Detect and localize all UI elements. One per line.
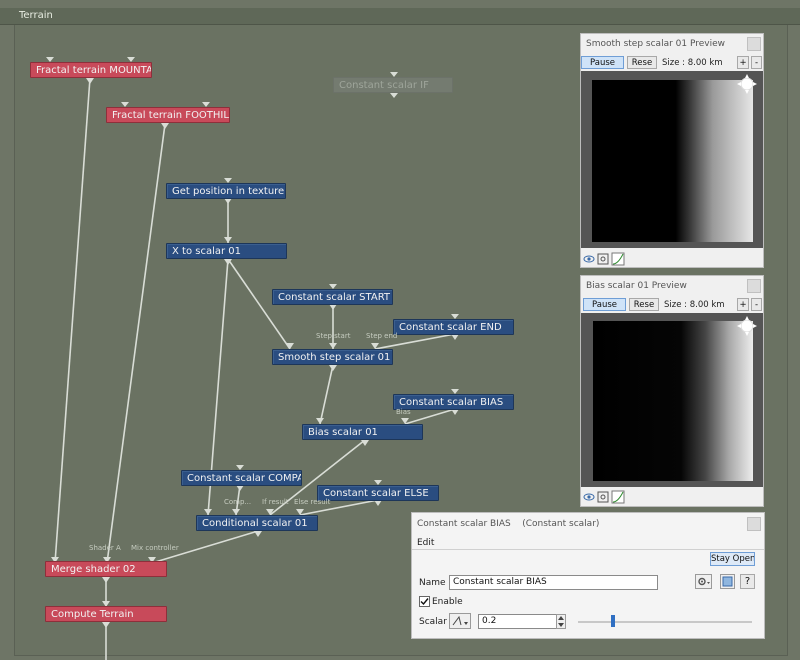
properties-title: Constant scalar BIAS (Constant scalar): [417, 519, 600, 529]
spinner-arrows-icon[interactable]: [556, 614, 566, 629]
pause-button[interactable]: Pause: [583, 298, 626, 311]
zoom-out-button[interactable]: -: [751, 56, 762, 69]
preview-panel-bias: Bias scalar 01 Preview Pause Rese Size :…: [580, 275, 764, 507]
port-label-if-result: If result: [262, 498, 289, 506]
properties-panel: Constant scalar BIAS (Constant scalar) E…: [411, 512, 765, 639]
name-label: Name: [419, 578, 446, 588]
close-icon[interactable]: [747, 37, 761, 51]
node-constant-scalar-start[interactable]: Constant scalar START: [272, 289, 393, 305]
eye-icon: [583, 493, 595, 501]
preview-size-label: Size : 8.00 km: [662, 58, 723, 68]
preview-toggle-icon[interactable]: [720, 574, 735, 589]
scalar-slider-thumb[interactable]: [610, 615, 615, 627]
node-x-to-scalar[interactable]: X to scalar 01: [166, 243, 287, 259]
zoom-out-button[interactable]: -: [751, 298, 762, 311]
stay-open-button[interactable]: Stay Open: [710, 552, 755, 566]
fit-view-icon: [597, 253, 609, 265]
preview-panel-smooth-step: Smooth step scalar 01 Preview Pause Rese…: [580, 33, 764, 268]
node-constant-scalar-else[interactable]: Constant scalar ELSE: [317, 485, 439, 501]
preview-title: Smooth step scalar 01 Preview: [586, 39, 725, 49]
port-label-else-result: Else result: [294, 498, 331, 506]
wire-foothills-merge: [106, 123, 166, 564]
node-bias-scalar[interactable]: Bias scalar 01: [302, 424, 423, 440]
fit-view-icon: [597, 491, 609, 503]
node-constant-scalar-end[interactable]: Constant scalar END: [393, 319, 514, 335]
preview-size-label: Size : 8.00 km: [664, 300, 725, 310]
preview-toolbar: [583, 252, 625, 266]
preview-viewport[interactable]: [581, 313, 763, 487]
navigation-compass-icon[interactable]: [737, 74, 757, 94]
reset-button[interactable]: Rese: [627, 56, 657, 69]
pause-button[interactable]: Pause: [581, 56, 624, 69]
node-constant-scalar-if[interactable]: Constant scalar IF: [333, 77, 453, 93]
help-button[interactable]: ?: [740, 574, 755, 589]
node-merge-shader[interactable]: Merge shader 02: [45, 561, 167, 577]
wire-constbias-bias: [404, 408, 456, 425]
output-port: [102, 577, 110, 583]
preview-image: [592, 80, 753, 242]
curve-icon: [611, 252, 625, 266]
port-label-mix-controller: Mix controller: [131, 544, 179, 552]
scalar-slider-track[interactable]: [578, 621, 752, 623]
curve-icon: [611, 490, 625, 504]
close-icon[interactable]: [747, 279, 761, 293]
node-constant-scalar-bias[interactable]: Constant scalar BIAS: [393, 394, 514, 410]
divider: [412, 549, 764, 550]
port-label-step-end: Step end: [366, 332, 398, 340]
preview-toolbar: [583, 490, 625, 504]
output-port: [102, 622, 110, 628]
navigation-compass-icon[interactable]: [737, 316, 757, 336]
preview-image: [593, 321, 753, 481]
eye-icon: [583, 255, 595, 263]
wire-mountains-merge: [54, 77, 91, 564]
enable-checkbox[interactable]: [419, 596, 430, 607]
node-conditional-scalar[interactable]: Conditional scalar 01: [196, 515, 318, 531]
settings-gear-icon[interactable]: [695, 574, 712, 589]
port-label-compare: Comp...: [224, 498, 252, 506]
preview-viewport[interactable]: [581, 71, 763, 248]
close-icon[interactable]: [747, 517, 761, 531]
reset-button[interactable]: Rese: [629, 298, 659, 311]
output-port: [329, 365, 337, 371]
zoom-in-button[interactable]: +: [737, 56, 749, 69]
port-label-step-start: Step start: [316, 332, 351, 340]
output-port: [254, 531, 262, 537]
scalar-value-field[interactable]: 0.2: [478, 614, 557, 629]
node-constant-scalar-compare[interactable]: Constant scalar COMPA...: [181, 470, 302, 486]
wire-smooth-bias: [319, 364, 334, 425]
node-fractal-terrain-mountains[interactable]: Fractal terrain MOUNTAI...: [30, 62, 152, 78]
node-compute-terrain[interactable]: Compute Terrain: [45, 606, 167, 622]
port-label-bias: Bias: [396, 408, 411, 416]
enable-label: Enable: [432, 597, 463, 607]
preview-title: Bias scalar 01 Preview: [586, 281, 687, 291]
zoom-in-button[interactable]: +: [737, 298, 749, 311]
node-smooth-step-scalar[interactable]: Smooth step scalar 01: [272, 349, 393, 365]
output-port: [390, 93, 398, 98]
port-label-shader-a: Shader A: [89, 544, 121, 552]
node-get-position-in-texture[interactable]: Get position in texture 01: [166, 183, 286, 199]
menu-edit[interactable]: Edit: [417, 538, 434, 548]
scalar-label: Scalar: [419, 617, 447, 627]
name-field[interactable]: Constant scalar BIAS: [449, 575, 658, 590]
function-curve-icon[interactable]: [449, 613, 471, 629]
output-port: [161, 123, 169, 129]
node-fractal-terrain-foothills[interactable]: Fractal terrain FOOTHILLS: [106, 107, 230, 123]
output-port: [86, 78, 94, 84]
